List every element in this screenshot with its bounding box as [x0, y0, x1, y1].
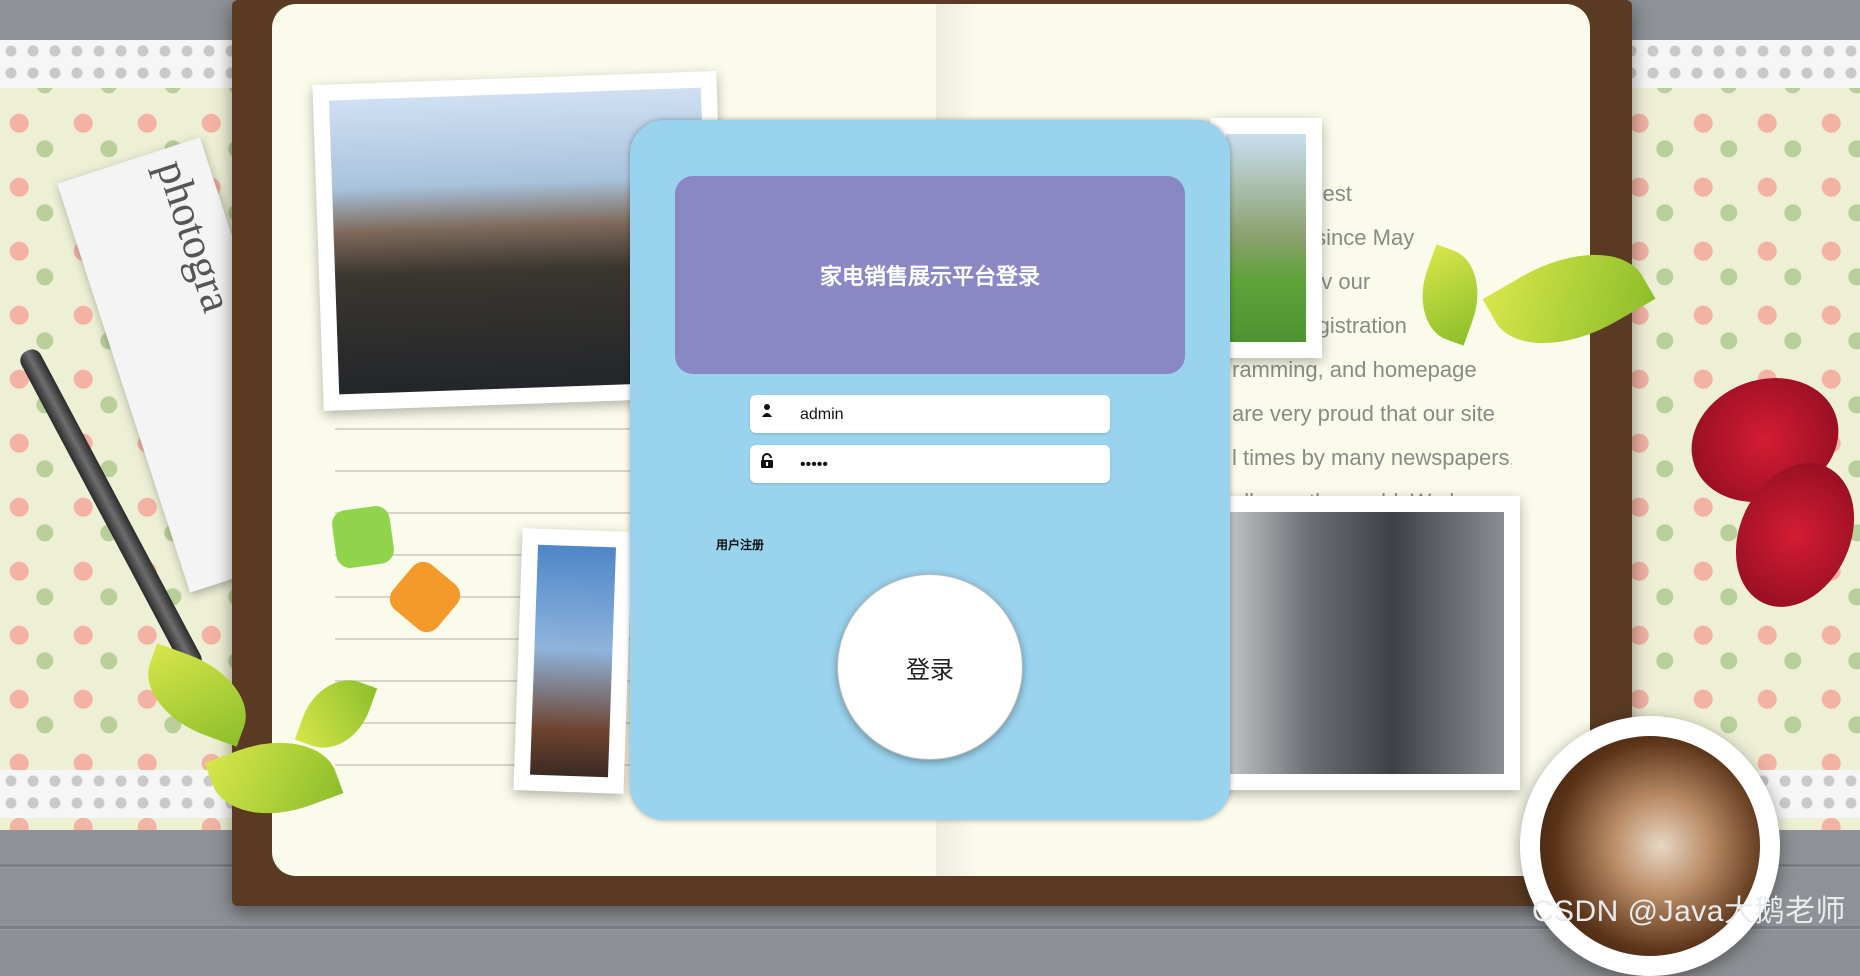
password-input[interactable] — [798, 445, 1102, 485]
login-title-box: 家电销售展示平台登录 — [675, 176, 1185, 374]
password-field — [750, 445, 1110, 485]
register-link[interactable]: 用户注册 — [716, 536, 764, 553]
login-title: 家电销售展示平台登录 — [819, 264, 1040, 289]
photo-street — [513, 528, 633, 794]
username-field — [750, 395, 1110, 435]
csdn-watermark: CSDN @Java大鹅老师 — [1531, 895, 1846, 928]
photo-building — [1210, 496, 1520, 790]
lace-trim-top-left — [0, 40, 240, 88]
lace-trim-top-right — [1620, 40, 1860, 88]
login-panel: 家电销售展示平台登录 用户注册 登录 — [630, 120, 1230, 820]
notebook-text-line: l times by many newspapers, — [1232, 445, 1512, 470]
ruled-line — [335, 470, 635, 472]
ruled-line — [335, 428, 635, 430]
lock-icon — [761, 453, 773, 468]
green-die — [330, 504, 396, 570]
notebook-text-line: are very proud that our site — [1232, 401, 1495, 426]
username-input[interactable] — [798, 395, 1102, 435]
user-icon — [762, 404, 772, 417]
login-button[interactable]: 登录 — [837, 574, 1023, 760]
coffee-cup — [1520, 716, 1780, 976]
lace-trim-bottom-left — [0, 770, 240, 818]
